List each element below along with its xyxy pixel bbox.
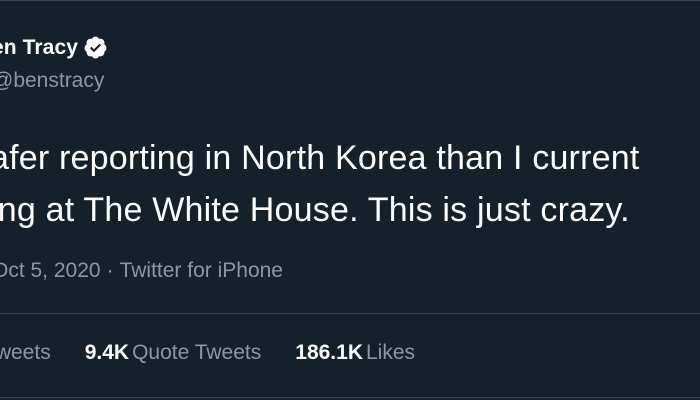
tweet-text-line-1: afer reporting in North Korea than I cur… (0, 139, 640, 177)
quote-tweets-stat[interactable]: 9.4K Quote Tweets (85, 341, 262, 365)
divider (0, 313, 700, 314)
likes-label: Likes (365, 341, 416, 364)
author-handle[interactable]: @benstracy (0, 69, 104, 93)
verified-badge-icon (84, 36, 107, 59)
quote-tweets-count: 9.4K (84, 341, 130, 364)
author-name-link[interactable]: en Tracy (0, 35, 108, 60)
retweets-stat[interactable]: tweets (0, 341, 51, 365)
meta-separator: · (106, 259, 114, 282)
tweet-date[interactable]: Oct 5, 2020 (0, 259, 101, 282)
tweet-detail: en Tracy @benstracy afer reporting in No… (0, 0, 700, 400)
tweet-text-line-2: ing at The White House. This is just cra… (0, 191, 630, 229)
likes-count: 186.1K (295, 341, 363, 364)
tweet-stats: tweets 9.4KQuote Tweets 186.1KLikes (0, 341, 449, 365)
author-name: en Tracy (0, 35, 79, 59)
likes-stat[interactable]: 186.1K Likes (295, 341, 415, 365)
divider (0, 397, 700, 398)
quote-tweets-label: Quote Tweets (132, 341, 262, 364)
tweet-metadata: Oct 5, 2020 · Twitter for iPhone (0, 259, 283, 283)
tweet-source[interactable]: Twitter for iPhone (120, 259, 283, 282)
retweets-label: tweets (0, 341, 51, 364)
